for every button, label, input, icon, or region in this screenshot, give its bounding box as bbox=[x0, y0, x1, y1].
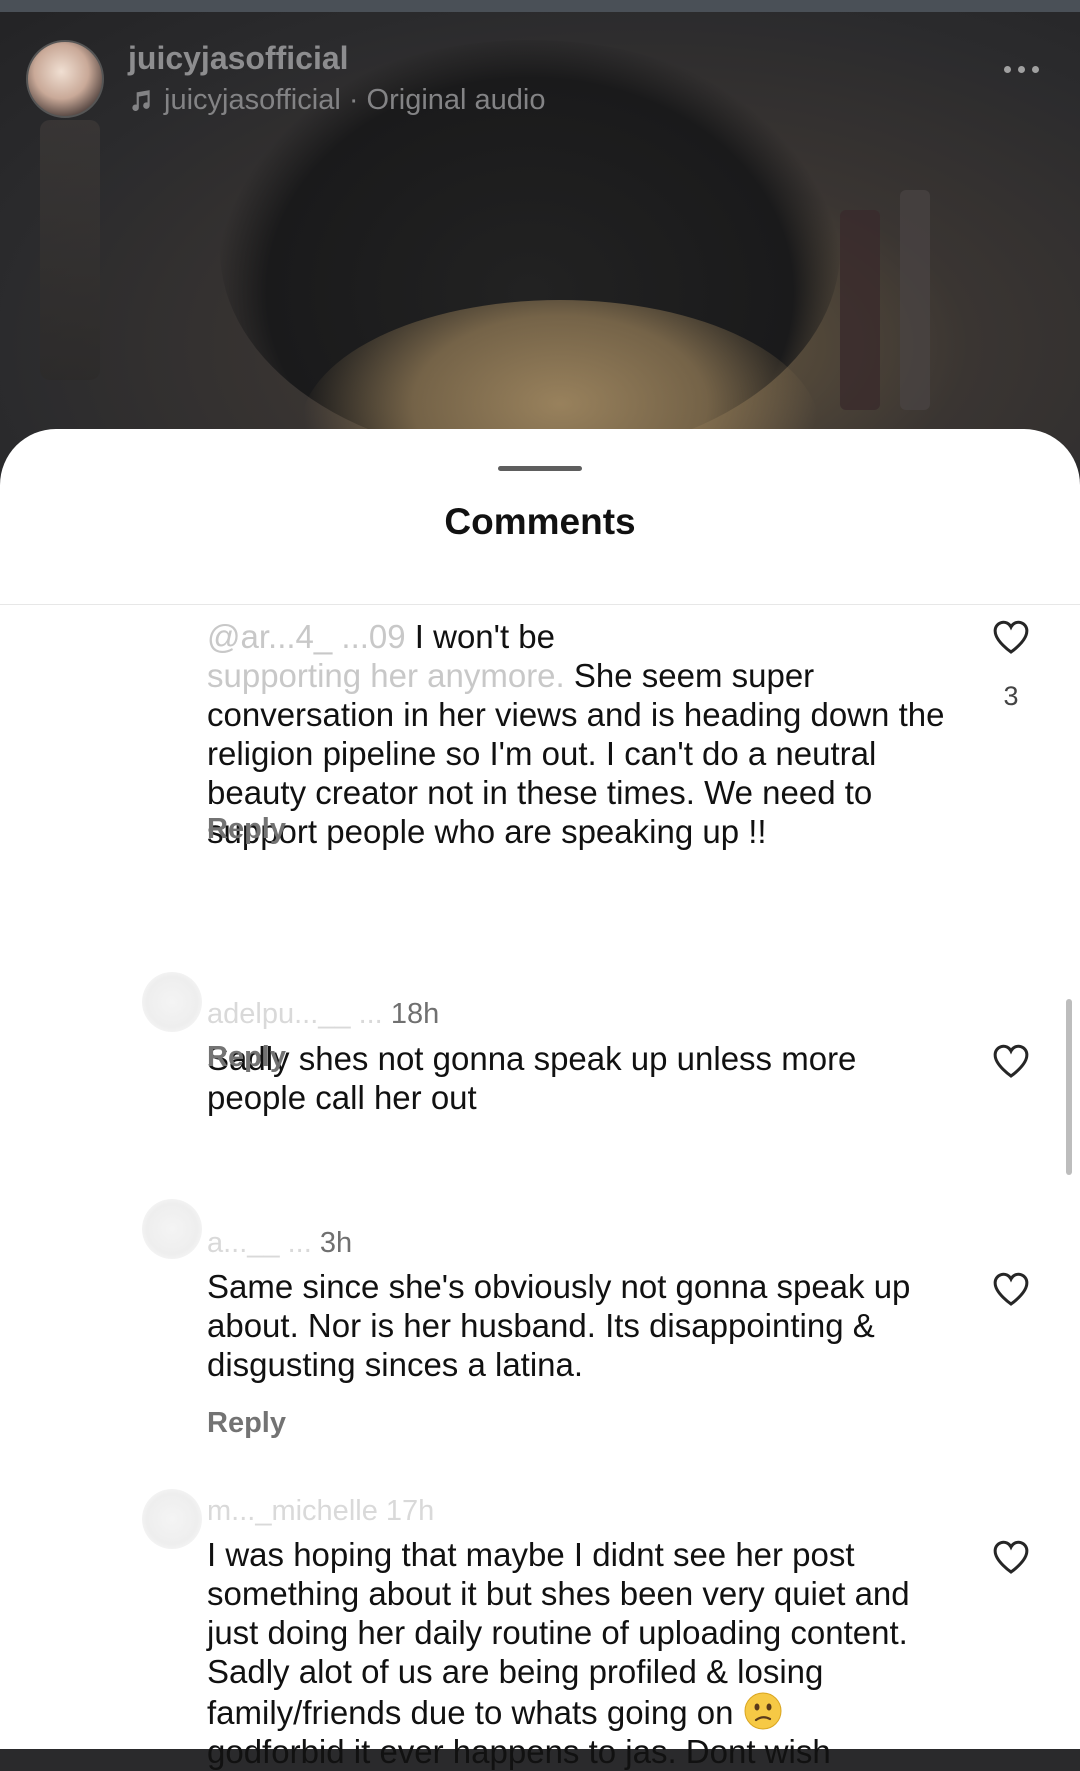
comment-time: 3h bbox=[319, 1227, 353, 1259]
reply-button[interactable]: Reply bbox=[207, 1407, 286, 1440]
drag-handle[interactable] bbox=[498, 466, 582, 471]
commenter-avatar[interactable] bbox=[142, 1489, 202, 1549]
comment-time: 18h bbox=[390, 998, 440, 1030]
reel-video[interactable]: juicyjasofficial juicyjasofficial · Orig… bbox=[0, 0, 1080, 460]
commenter-username[interactable]: a...__ ... bbox=[207, 1227, 312, 1259]
reply-button[interactable]: Reply bbox=[207, 1041, 286, 1074]
music-note-icon bbox=[132, 89, 150, 111]
comments-sheet: Comments @ar...4_ ...09 I won't be suppo… bbox=[0, 429, 1080, 1770]
comment-text: @ar...4_ ...09 I won't be supporting her… bbox=[207, 618, 945, 850]
sheet-title: Comments bbox=[444, 501, 636, 542]
reply-button[interactable]: Reply bbox=[207, 813, 286, 846]
commenter-avatar[interactable] bbox=[142, 972, 202, 1032]
comment-text: Sadly shes not gonna speak up unless mor… bbox=[207, 1040, 857, 1116]
comment-meta: a...__ ... 3h bbox=[207, 1227, 352, 1260]
comment-meta: m..._michelle 17h bbox=[207, 1495, 434, 1528]
heart-icon[interactable] bbox=[990, 617, 1032, 657]
comment-text: Same since she's obviously not gonna spe… bbox=[207, 1268, 911, 1383]
more-horizontal-icon[interactable] bbox=[1004, 62, 1044, 76]
confused-face-icon bbox=[744, 1692, 782, 1730]
heart-icon[interactable] bbox=[990, 1537, 1032, 1577]
audio-label: juicyjasofficial · Original audio bbox=[164, 84, 546, 116]
audio-row[interactable]: juicyjasofficial · Original audio bbox=[128, 84, 545, 117]
comment-text: I was hoping that maybe I didnt see her … bbox=[207, 1536, 910, 1770]
commenter-username[interactable]: adelpu...__ ... bbox=[207, 998, 383, 1030]
heart-icon[interactable] bbox=[990, 1269, 1032, 1309]
scrollbar[interactable] bbox=[1066, 999, 1072, 1175]
commenter-username[interactable]: m..._michelle 17h bbox=[207, 1495, 434, 1527]
commenter-avatar[interactable] bbox=[142, 1199, 202, 1259]
author-username[interactable]: juicyjasofficial bbox=[128, 40, 349, 77]
status-strip bbox=[0, 0, 1080, 12]
divider bbox=[0, 604, 1080, 605]
author-avatar[interactable] bbox=[26, 40, 104, 118]
comment-meta: adelpu...__ ... 18h bbox=[207, 998, 439, 1031]
like-count: 3 bbox=[1003, 681, 1019, 711]
heart-icon[interactable] bbox=[990, 1041, 1032, 1081]
post-header: juicyjasofficial juicyjasofficial · Orig… bbox=[26, 40, 1056, 120]
